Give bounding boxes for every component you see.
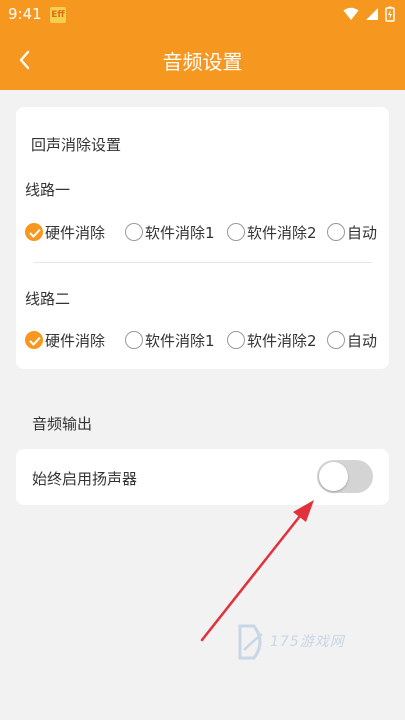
- radio-unchecked-icon: [125, 223, 143, 241]
- echo-cancel-card: 回声消除设置 线路一 硬件消除 软件消除1 软件消除2 自动 线路二 硬件消除 …: [16, 107, 389, 369]
- echo-cancel-title: 回声消除设置: [31, 136, 122, 154]
- radio-label: 自动: [347, 223, 378, 242]
- speaker-setting-card: 始终启用扬声器: [16, 449, 389, 505]
- wifi-icon: [343, 7, 359, 20]
- radio-unchecked-icon: [125, 331, 143, 349]
- status-icons: [343, 6, 395, 22]
- line1-option-software2[interactable]: 软件消除2: [227, 220, 317, 244]
- radio-label: 硬件消除: [45, 223, 106, 242]
- watermark: 175游戏网: [236, 622, 366, 666]
- page-title: 音频设置: [162, 50, 243, 74]
- radio-label: 软件消除1: [145, 223, 215, 242]
- line2-radio-group: 硬件消除 软件消除1 软件消除2 自动: [25, 328, 387, 352]
- app-notification-icon: Eff: [50, 7, 66, 23]
- radio-label: 硬件消除: [45, 331, 106, 350]
- watermark-logo-icon: [238, 624, 263, 660]
- radio-unchecked-icon: [227, 223, 245, 241]
- line2-option-software1[interactable]: 软件消除1: [125, 328, 215, 352]
- watermark-text: 175游戏网: [270, 634, 345, 650]
- radio-label: 软件消除2: [247, 331, 317, 350]
- line1-radio-group: 硬件消除 软件消除1 软件消除2 自动: [25, 220, 387, 244]
- radio-unchecked-icon: [227, 331, 245, 349]
- line1-option-hardware[interactable]: 硬件消除: [25, 220, 105, 244]
- battery-icon: [385, 6, 395, 22]
- toggle-knob: [319, 462, 348, 491]
- signal-icon: [366, 8, 378, 20]
- divider: [33, 262, 372, 263]
- speaker-toggle[interactable]: [317, 460, 373, 493]
- status-time: 9:41: [8, 5, 42, 23]
- radio-checked-icon: [25, 223, 43, 241]
- radio-unchecked-icon: [327, 223, 345, 241]
- line1-option-software1[interactable]: 软件消除1: [125, 220, 215, 244]
- line2-option-software2[interactable]: 软件消除2: [227, 328, 317, 352]
- line2-option-hardware[interactable]: 硬件消除: [25, 328, 105, 352]
- app-header: 音频设置: [0, 30, 405, 90]
- radio-unchecked-icon: [327, 331, 345, 349]
- line2-title: 线路二: [25, 290, 71, 308]
- radio-label: 软件消除2: [247, 223, 317, 242]
- audio-output-title: 音频输出: [32, 415, 93, 433]
- line1-title: 线路一: [25, 181, 71, 199]
- radio-checked-icon: [25, 331, 43, 349]
- speaker-setting-label: 始终启用扬声器: [32, 470, 138, 488]
- line1-option-auto[interactable]: 自动: [327, 220, 377, 244]
- line2-option-auto[interactable]: 自动: [327, 328, 377, 352]
- radio-label: 自动: [347, 331, 378, 350]
- status-bar: 9:41 Eff: [0, 0, 405, 30]
- radio-label: 软件消除1: [145, 331, 215, 350]
